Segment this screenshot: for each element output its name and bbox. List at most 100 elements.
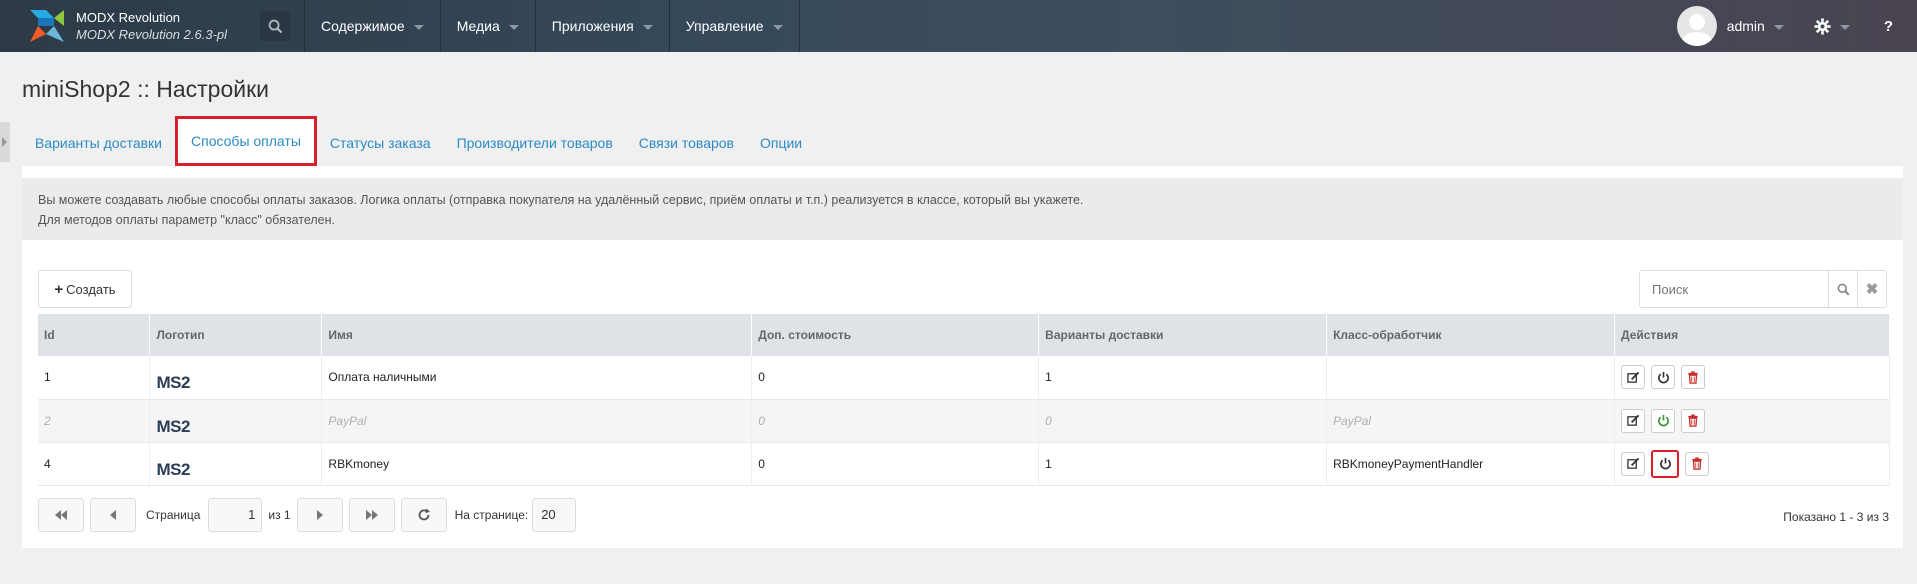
edit-button[interactable] <box>1621 365 1646 390</box>
menu-apps[interactable]: Приложения <box>534 0 669 52</box>
delete-button[interactable] <box>1681 408 1706 433</box>
cell-actions <box>1614 399 1890 443</box>
tab-options[interactable]: Опции <box>747 120 815 166</box>
table-row[interactable]: 4 MS2 RBKmoney 0 1 RBKmoneyPaymentHandle… <box>38 442 1890 486</box>
menu-apps-label: Приложения <box>551 18 634 34</box>
payment-logo: MS2 <box>156 416 190 436</box>
refresh-button[interactable] <box>400 498 447 532</box>
user-name[interactable]: admin <box>1727 18 1765 34</box>
cell-id: 4 <box>38 442 151 486</box>
column-header[interactable]: Id <box>38 314 151 356</box>
prev-page-button[interactable] <box>90 498 136 532</box>
column-header[interactable]: Доп. стоимость <box>751 314 1040 356</box>
chevron-down-icon <box>1773 24 1784 30</box>
cell-name: RBKmoney <box>321 442 753 486</box>
avatar[interactable] <box>1676 6 1717 46</box>
table-header: Id Логотип Имя Доп. стоимость Варианты д… <box>38 314 1890 356</box>
page-of-label: из 1 <box>268 508 291 522</box>
cell-actions <box>1614 356 1890 400</box>
menu-manage-label: Управление <box>685 18 764 34</box>
main-menu: Содержимое Медиа Приложения Управление <box>304 0 800 52</box>
modx-logo-icon <box>26 8 68 44</box>
edit-icon <box>1626 414 1639 426</box>
power-icon <box>1657 414 1669 427</box>
column-header[interactable]: Класс-обработчик <box>1326 314 1616 356</box>
cell-name: Оплата наличными <box>321 356 753 400</box>
pagination-summary: Показано 1 - 3 из 3 <box>1783 510 1889 524</box>
payments-table: Id Логотип Имя Доп. стоимость Варианты д… <box>38 314 1890 486</box>
first-page-button[interactable] <box>38 498 84 532</box>
column-header[interactable]: Варианты доставки <box>1038 314 1328 356</box>
search-input[interactable] <box>1640 271 1828 307</box>
menu-media-label: Медиа <box>456 18 500 34</box>
settings-menu[interactable] <box>1814 17 1850 35</box>
power-icon <box>1657 371 1669 384</box>
global-search-button[interactable] <box>260 11 290 41</box>
settings-tabs: Варианты доставки Способы оплаты Статусы… <box>22 116 815 166</box>
toggle-button[interactable] <box>1651 365 1676 390</box>
chevron-right-icon <box>316 510 323 520</box>
refresh-icon <box>418 508 430 521</box>
search-icon <box>268 19 282 33</box>
menu-media[interactable]: Медиа <box>439 0 535 52</box>
cell-price: 0 <box>751 399 1040 443</box>
enable-button[interactable] <box>1651 408 1676 433</box>
sidebar-toggle[interactable] <box>0 122 10 162</box>
description-line-2: Для методов оплаты параметр "класс" обяз… <box>38 213 335 227</box>
cell-actions <box>1614 442 1890 486</box>
chevron-down-icon <box>1839 24 1850 30</box>
trash-icon <box>1688 414 1698 427</box>
page-input[interactable]: 1 <box>208 498 263 532</box>
tab-payments[interactable]: Способы оплаты <box>175 116 317 166</box>
cell-logo: MS2 <box>149 356 323 400</box>
chevron-down-icon <box>413 24 424 30</box>
column-header[interactable]: Логотип <box>149 314 323 356</box>
pagination: Страница 1 из 1 На странице: 20 <box>38 498 577 532</box>
close-icon: ✖ <box>1865 281 1879 298</box>
page-title: miniShop2 :: Настройки <box>22 76 270 102</box>
edit-icon <box>1626 457 1639 469</box>
description-line-1: Вы можете создавать любые способы оплаты… <box>38 193 1084 207</box>
plus-icon: + <box>54 280 64 298</box>
per-page-input[interactable]: 20 <box>532 498 577 532</box>
search-button[interactable] <box>1828 271 1857 307</box>
app-logo[interactable]: MODX Revolution MODX Revolution 2.6.3-pl <box>0 0 250 52</box>
payment-logo: MS2 <box>156 459 190 479</box>
table-row[interactable]: 2 MS2 PayPal 0 0 PayPal <box>38 399 1890 443</box>
cell-deliveries: 1 <box>1038 442 1328 486</box>
tab-product-links[interactable]: Связи товаров <box>626 120 747 166</box>
cell-logo: MS2 <box>149 442 323 486</box>
chevron-left-icon <box>110 510 116 520</box>
clear-search-button[interactable]: ✖ <box>1857 271 1886 307</box>
next-page-button[interactable] <box>296 498 343 532</box>
trash-icon <box>1692 457 1702 470</box>
delete-button[interactable] <box>1681 365 1706 390</box>
column-header[interactable]: Имя <box>321 314 753 356</box>
cell-id: 1 <box>38 356 151 400</box>
grid-search: ✖ <box>1639 270 1887 308</box>
cell-class: PayPal <box>1326 399 1616 443</box>
edit-button[interactable] <box>1621 451 1646 476</box>
create-button-label: Создать <box>66 281 116 297</box>
app-name: MODX Revolution <box>76 10 181 25</box>
toggle-button[interactable] <box>1651 449 1680 478</box>
menu-content-label: Содержимое <box>321 18 405 34</box>
tab-delivery[interactable]: Варианты доставки <box>22 120 175 166</box>
last-page-button[interactable] <box>348 498 395 532</box>
delete-button[interactable] <box>1685 451 1710 476</box>
tab-vendors[interactable]: Производители товаров <box>444 120 626 166</box>
help-button[interactable]: ? <box>1884 18 1893 35</box>
app-version: MODX Revolution 2.6.3-pl <box>76 27 228 42</box>
panel-description: Вы можете создавать любые способы оплаты… <box>22 178 1903 240</box>
power-icon <box>1659 457 1671 470</box>
chevron-down-icon <box>508 24 519 30</box>
tab-order-statuses[interactable]: Статусы заказа <box>317 120 444 166</box>
cell-class <box>1326 356 1616 400</box>
cell-logo: MS2 <box>149 399 323 443</box>
edit-button[interactable] <box>1621 408 1646 433</box>
create-button[interactable]: + Создать <box>38 270 132 308</box>
menu-content[interactable]: Содержимое <box>304 0 440 52</box>
search-icon <box>1837 283 1849 295</box>
menu-manage[interactable]: Управление <box>668 0 800 52</box>
table-row[interactable]: 1 MS2 Оплата наличными 0 1 <box>38 356 1890 400</box>
